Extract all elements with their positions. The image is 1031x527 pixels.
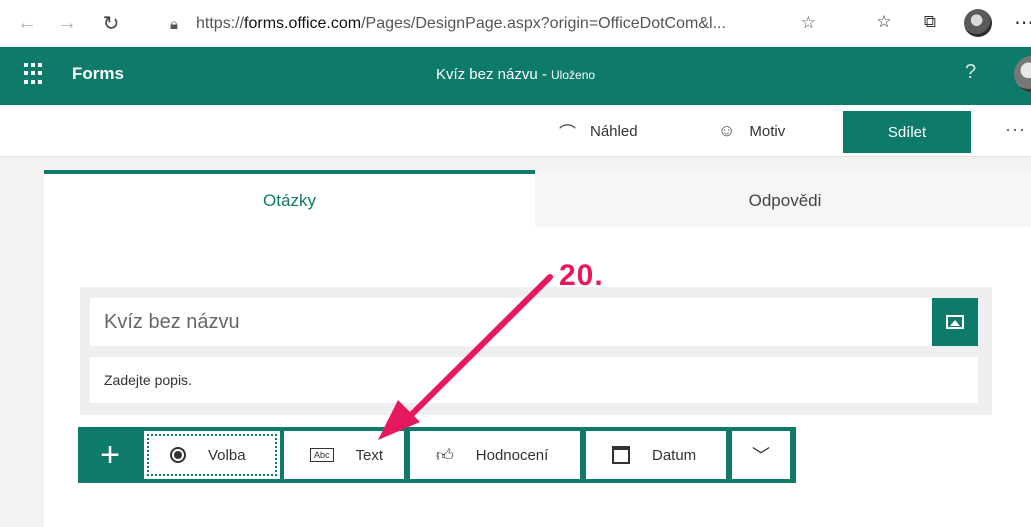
annotation-arrow <box>378 274 553 440</box>
page: ← → ↻ 🔒︎ https://forms.office.com/Pages/… <box>0 0 1031 527</box>
arrow-shaft <box>399 274 553 427</box>
arrow-head <box>378 400 420 440</box>
annotation-step-label: 20. <box>559 259 604 292</box>
